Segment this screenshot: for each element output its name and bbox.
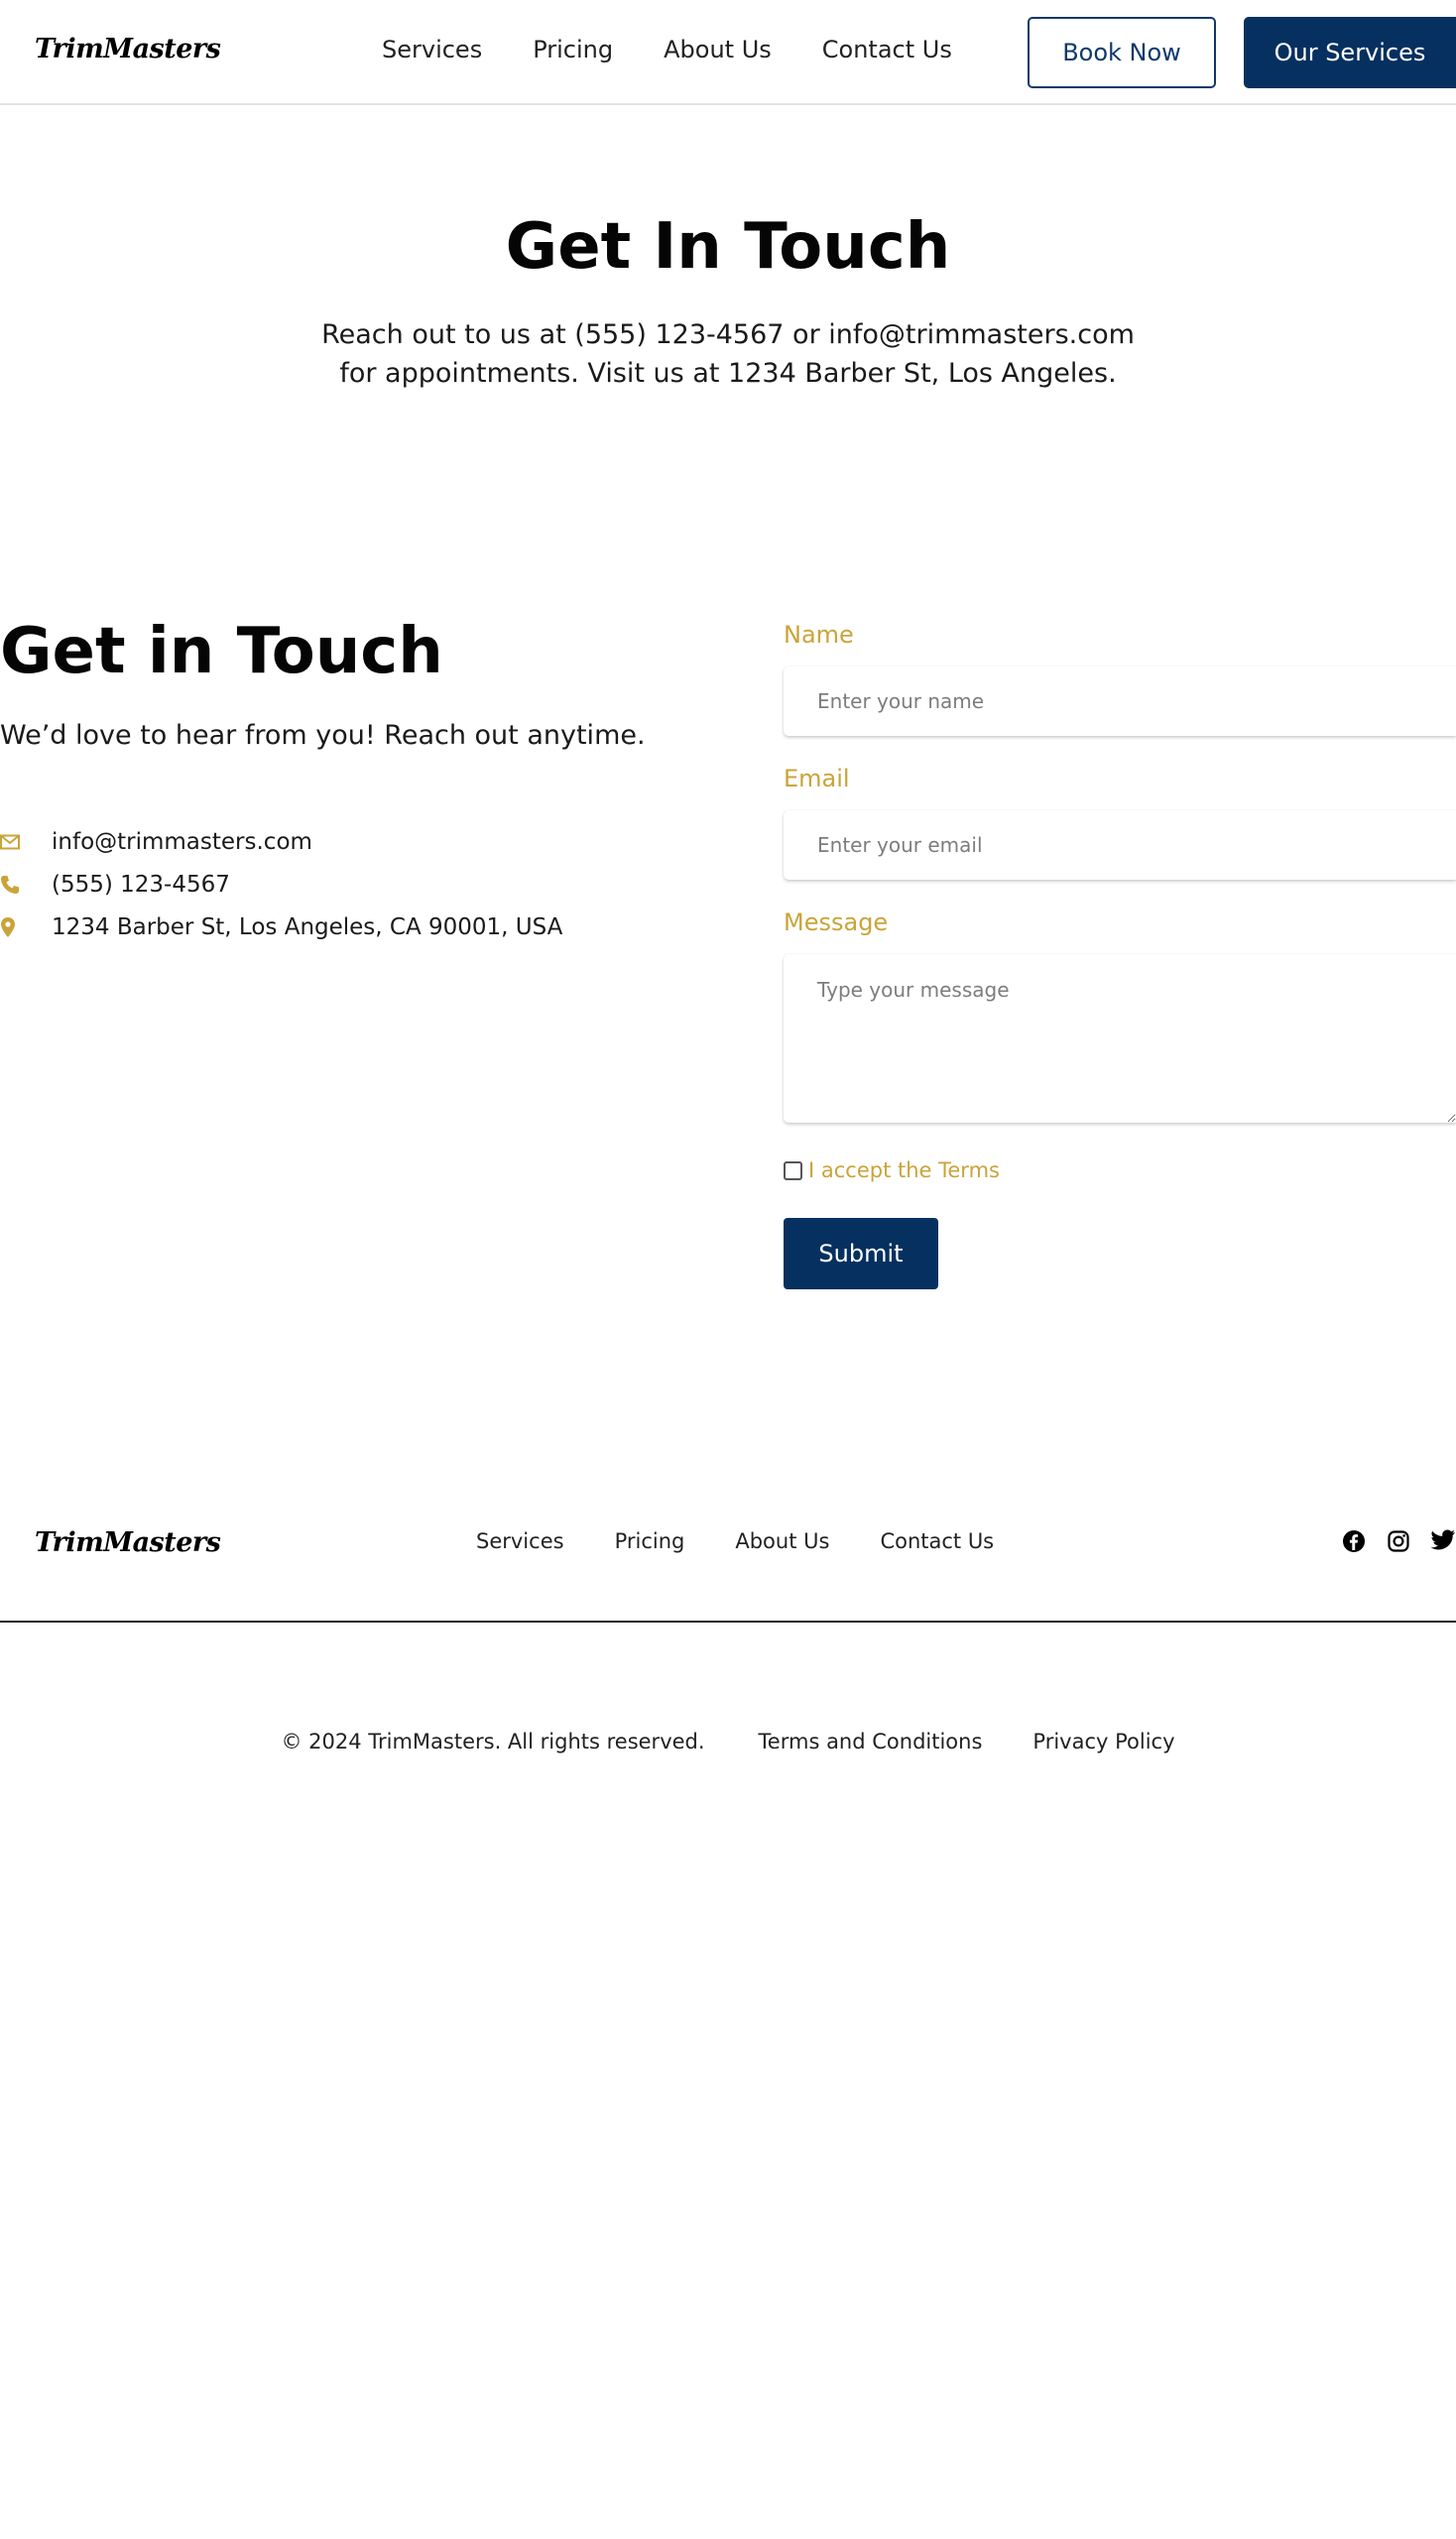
contact-phone-row: (555) 123-4567 xyxy=(0,872,230,898)
map-pin-icon xyxy=(0,916,52,938)
contact-address-row: 1234 Barber St, Los Angeles, CA 90001, U… xyxy=(0,914,562,940)
contact-phone: (555) 123-4567 xyxy=(52,872,230,898)
nav-pricing[interactable]: Pricing xyxy=(533,36,613,63)
message-textarea[interactable] xyxy=(784,954,1456,1123)
footer-nav-about-us[interactable]: About Us xyxy=(735,1529,829,1553)
submit-button[interactable]: Submit xyxy=(784,1218,938,1289)
phone-icon xyxy=(0,875,52,895)
terms-label[interactable]: I accept the Terms xyxy=(808,1158,1000,1182)
terms-and-conditions-link[interactable]: Terms and Conditions xyxy=(759,1730,983,1753)
contact-address: 1234 Barber St, Los Angeles, CA 90001, U… xyxy=(52,914,563,940)
footer-nav-services[interactable]: Services xyxy=(476,1529,564,1553)
contact-email: info@trimmasters.com xyxy=(52,829,312,855)
name-input[interactable] xyxy=(784,666,1456,736)
name-label: Name xyxy=(784,621,854,649)
hero-title: Get In Touch xyxy=(505,210,951,284)
main-nav: Services Pricing About Us Contact Us xyxy=(382,36,1003,63)
footer-nav-pricing[interactable]: Pricing xyxy=(615,1529,685,1553)
terms-checkbox-row[interactable]: I accept the Terms xyxy=(784,1158,1000,1182)
logo[interactable]: TrimMasters xyxy=(35,34,221,64)
nav-services[interactable]: Services xyxy=(382,36,482,63)
terms-checkbox[interactable] xyxy=(784,1160,802,1180)
contact-title: Get in Touch xyxy=(0,615,443,688)
footer-nav-contact-us[interactable]: Contact Us xyxy=(880,1529,994,1553)
hero-text: Reach out to us at (555) 123-4567 or inf… xyxy=(321,319,1135,389)
twitter-icon[interactable] xyxy=(1430,1529,1456,1551)
contact-subtitle: We’d love to hear from you! Reach out an… xyxy=(0,720,646,751)
email-input[interactable] xyxy=(784,810,1456,880)
book-now-button[interactable]: Book Now xyxy=(1028,17,1216,88)
facebook-icon[interactable] xyxy=(1342,1529,1366,1553)
our-services-button[interactable]: Our Services xyxy=(1244,17,1456,88)
site-header: TrimMasters Services Pricing About Us Co… xyxy=(0,0,1456,105)
message-label: Message xyxy=(784,908,889,936)
nav-contact-us[interactable]: Contact Us xyxy=(822,36,952,63)
copyright-text: © 2024 TrimMasters. All rights reserved. xyxy=(281,1730,705,1753)
nav-about-us[interactable]: About Us xyxy=(664,36,772,63)
footer-bottom: © 2024 TrimMasters. All rights reserved.… xyxy=(0,1730,1456,1753)
contact-email-row: info@trimmasters.com xyxy=(0,829,312,855)
envelope-icon xyxy=(0,834,52,850)
footer-nav: Services Pricing About Us Contact Us xyxy=(476,1529,1044,1553)
instagram-icon[interactable] xyxy=(1387,1529,1410,1553)
site-footer: TrimMasters Services Pricing About Us Co… xyxy=(0,1508,1456,1623)
privacy-policy-link[interactable]: Privacy Policy xyxy=(1032,1730,1174,1753)
email-label: Email xyxy=(784,765,850,792)
footer-logo[interactable]: TrimMasters xyxy=(35,1527,221,1558)
